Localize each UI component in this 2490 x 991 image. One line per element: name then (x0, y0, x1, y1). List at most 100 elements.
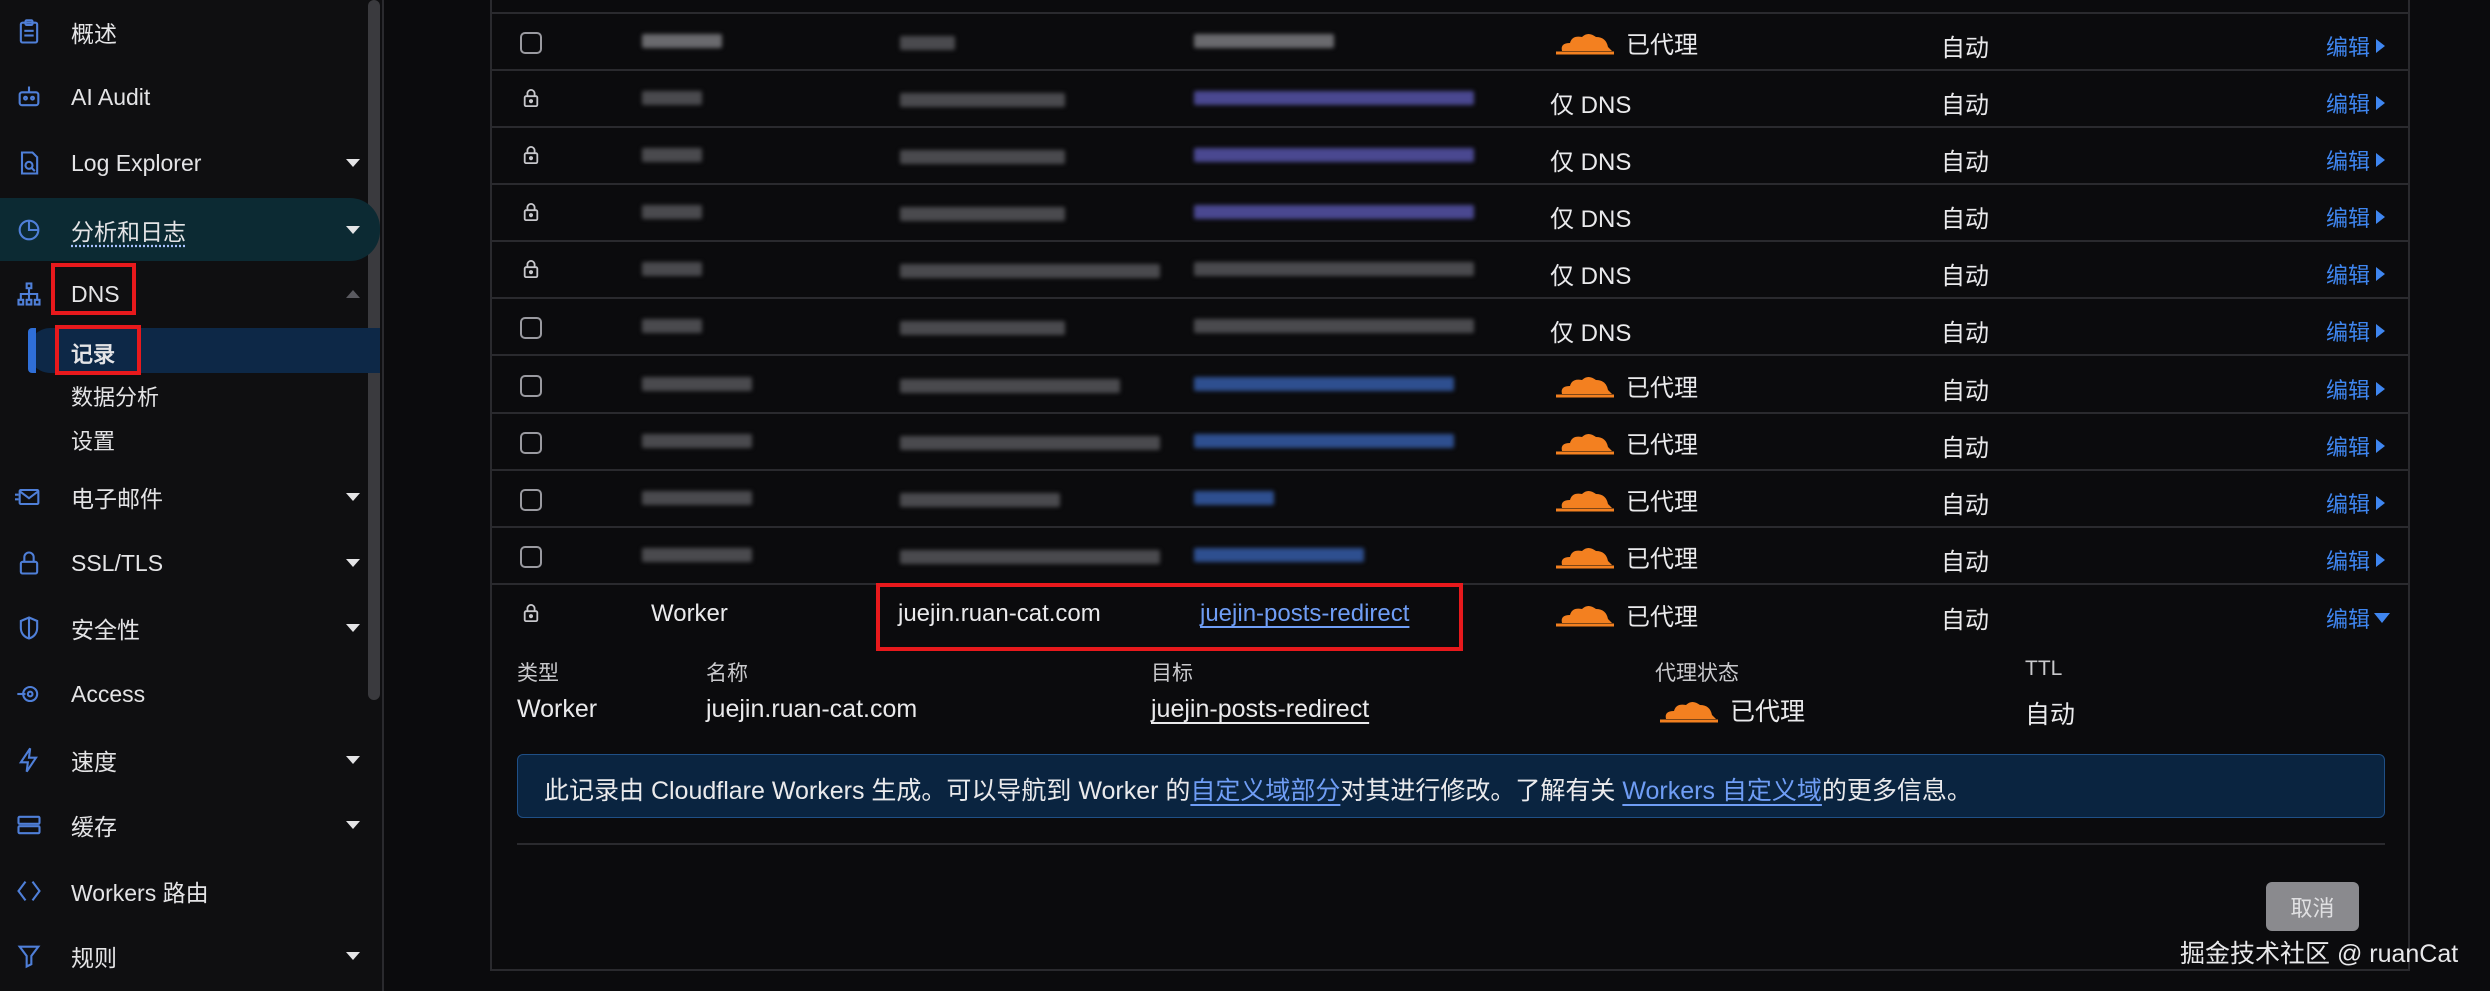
sidebar-item-label: AI Audit (71, 83, 151, 110)
table-row[interactable]: 仅 DNS 自动 编辑 (492, 128, 2408, 185)
redacted-value (900, 264, 1160, 278)
chevron-down-icon (346, 225, 360, 234)
cloud-proxied-icon (1556, 370, 1614, 400)
detail-label-target: 目标 (1151, 662, 1193, 685)
network-icon (14, 279, 44, 309)
ttl-value: 自动 (1941, 607, 1989, 634)
sidebar-item-rules[interactable]: 规则 (0, 926, 380, 986)
info-banner: 此记录由 Cloudflare Workers 生成。可以导航到 Worker … (517, 754, 2385, 818)
cloud-proxied-icon (1556, 484, 1614, 514)
workers-icon (14, 876, 44, 906)
robot-icon (14, 82, 44, 112)
workers-custom-domain-link[interactable]: Workers 自定义域 (1622, 777, 1822, 805)
chevron-right-icon (2376, 553, 2386, 567)
redacted-value (1194, 148, 1474, 162)
edit-button[interactable]: 编辑 (2326, 373, 2386, 405)
sidebar-item-security[interactable]: 安全性 (0, 598, 380, 658)
redacted-value (900, 150, 1065, 164)
redacted-value (642, 548, 752, 562)
cloud-proxied-icon (1660, 695, 1718, 725)
sidebar-item-label: 安全性 (71, 617, 140, 643)
redacted-value (900, 321, 1065, 335)
chevron-down-icon (346, 624, 360, 632)
sidebar-item-label: 速度 (71, 749, 117, 775)
row-checkbox[interactable] (520, 546, 542, 568)
table-row[interactable]: 仅 DNS 自动 编辑 (492, 185, 2408, 242)
edit-button[interactable]: 编辑 (2326, 430, 2386, 462)
sidebar-item-speed[interactable]: 速度 (0, 730, 380, 790)
redacted-value (1194, 377, 1454, 391)
cancel-button[interactable]: 取消 (2266, 882, 2359, 931)
redacted-value (642, 434, 752, 448)
edit-button[interactable]: 编辑 (2326, 87, 2386, 119)
table-row[interactable]: 已代理 自动 编辑 (492, 14, 2408, 71)
divider (517, 843, 2385, 845)
proxy-status: 已代理 (1556, 538, 1698, 574)
proxy-status: 已代理 (1556, 481, 1698, 517)
record-type: Worker (651, 600, 728, 627)
detail-type: Worker (517, 695, 598, 723)
sidebar-item-label: SSL/TLS (71, 549, 164, 576)
edit-button[interactable]: 编辑 (2326, 258, 2386, 290)
shield-icon (14, 613, 44, 643)
sidebar-item-analytics[interactable]: 分析和日志 (0, 198, 380, 261)
redacted-value (900, 379, 1120, 393)
edit-button[interactable]: 编辑 (2326, 544, 2386, 576)
lock-icon (522, 201, 544, 227)
cloud-proxied-icon (1556, 27, 1614, 57)
sidebar-item-log-explorer[interactable]: Log Explorer (0, 133, 380, 193)
row-checkbox[interactable] (520, 489, 542, 511)
sidebar-item-label: 概述 (71, 21, 117, 47)
edit-button[interactable]: 编辑 (2326, 201, 2386, 233)
sidebar-subitem-settings[interactable]: 设置 (71, 424, 115, 456)
table-row[interactable]: 仅 DNS 自动 编辑 (492, 71, 2408, 128)
sidebar-item-label: Log Explorer (71, 149, 202, 176)
row-checkbox[interactable] (520, 317, 542, 339)
edit-button[interactable]: 编辑 (2326, 144, 2386, 176)
sidebar-subitem-analytics[interactable]: 数据分析 (71, 380, 159, 412)
redacted-value (900, 207, 1065, 221)
row-checkbox[interactable] (520, 432, 542, 454)
sidebar-item-ssl-tls[interactable]: SSL/TLS (0, 533, 380, 593)
table-row[interactable]: 仅 DNS 自动 编辑 (492, 299, 2408, 356)
redacted-value (642, 34, 722, 48)
sidebar-item-ai-audit[interactable]: AI Audit (0, 67, 380, 127)
sidebar-item-label: 缓存 (71, 814, 117, 840)
sidebar-item-cache[interactable]: 缓存 (0, 795, 380, 855)
proxy-status: 已代理 (1556, 367, 1698, 403)
chevron-right-icon (2376, 439, 2386, 453)
table-row[interactable]: 已代理 自动 编辑 (492, 414, 2408, 471)
detail-proxy-status: 已代理 (1660, 692, 1805, 728)
redacted-value (1194, 205, 1474, 219)
sidebar-item-label: 分析和日志 (71, 218, 186, 245)
proxy-status: 已代理 (1556, 24, 1698, 60)
redacted-value (1194, 262, 1474, 276)
edit-button[interactable]: 编辑 (2326, 602, 2391, 634)
row-checkbox[interactable] (520, 32, 542, 54)
chevron-up-icon (346, 290, 360, 298)
detail-target-link[interactable]: juejin-posts-redirect (1151, 695, 1369, 724)
chevron-down-icon (2374, 613, 2391, 623)
sidebar-item-workers-routes[interactable]: Workers 路由 (0, 861, 380, 921)
proxy-status: 已代理 (1556, 424, 1698, 460)
edit-button[interactable]: 编辑 (2326, 30, 2386, 62)
ttl-value: 自动 (1941, 206, 1989, 233)
sidebar-item-overview[interactable]: 概述 (0, 2, 380, 62)
sidebar-item-email[interactable]: 电子邮件 (0, 467, 380, 527)
row-checkbox[interactable] (520, 375, 542, 397)
lock-icon (522, 602, 544, 628)
chevron-down-icon (346, 756, 360, 764)
lock-icon (522, 87, 544, 113)
table-row[interactable]: 已代理 自动 编辑 (492, 528, 2408, 585)
table-row[interactable]: 仅 DNS 自动 编辑 (492, 242, 2408, 299)
table-row[interactable]: 已代理 自动 编辑 (492, 471, 2408, 528)
pie-chart-icon (14, 215, 44, 245)
edit-button[interactable]: 编辑 (2326, 315, 2386, 347)
sidebar-item-access[interactable]: Access (0, 664, 380, 724)
custom-domain-section-link[interactable]: 自定义域部分 (1190, 777, 1340, 805)
clipboard-icon (14, 17, 44, 47)
table-row[interactable]: 已代理 自动 编辑 (492, 357, 2408, 414)
edit-button[interactable]: 编辑 (2326, 487, 2386, 519)
ttl-value: 自动 (1941, 320, 1989, 347)
proxy-status: 仅 DNS (1550, 92, 1632, 119)
